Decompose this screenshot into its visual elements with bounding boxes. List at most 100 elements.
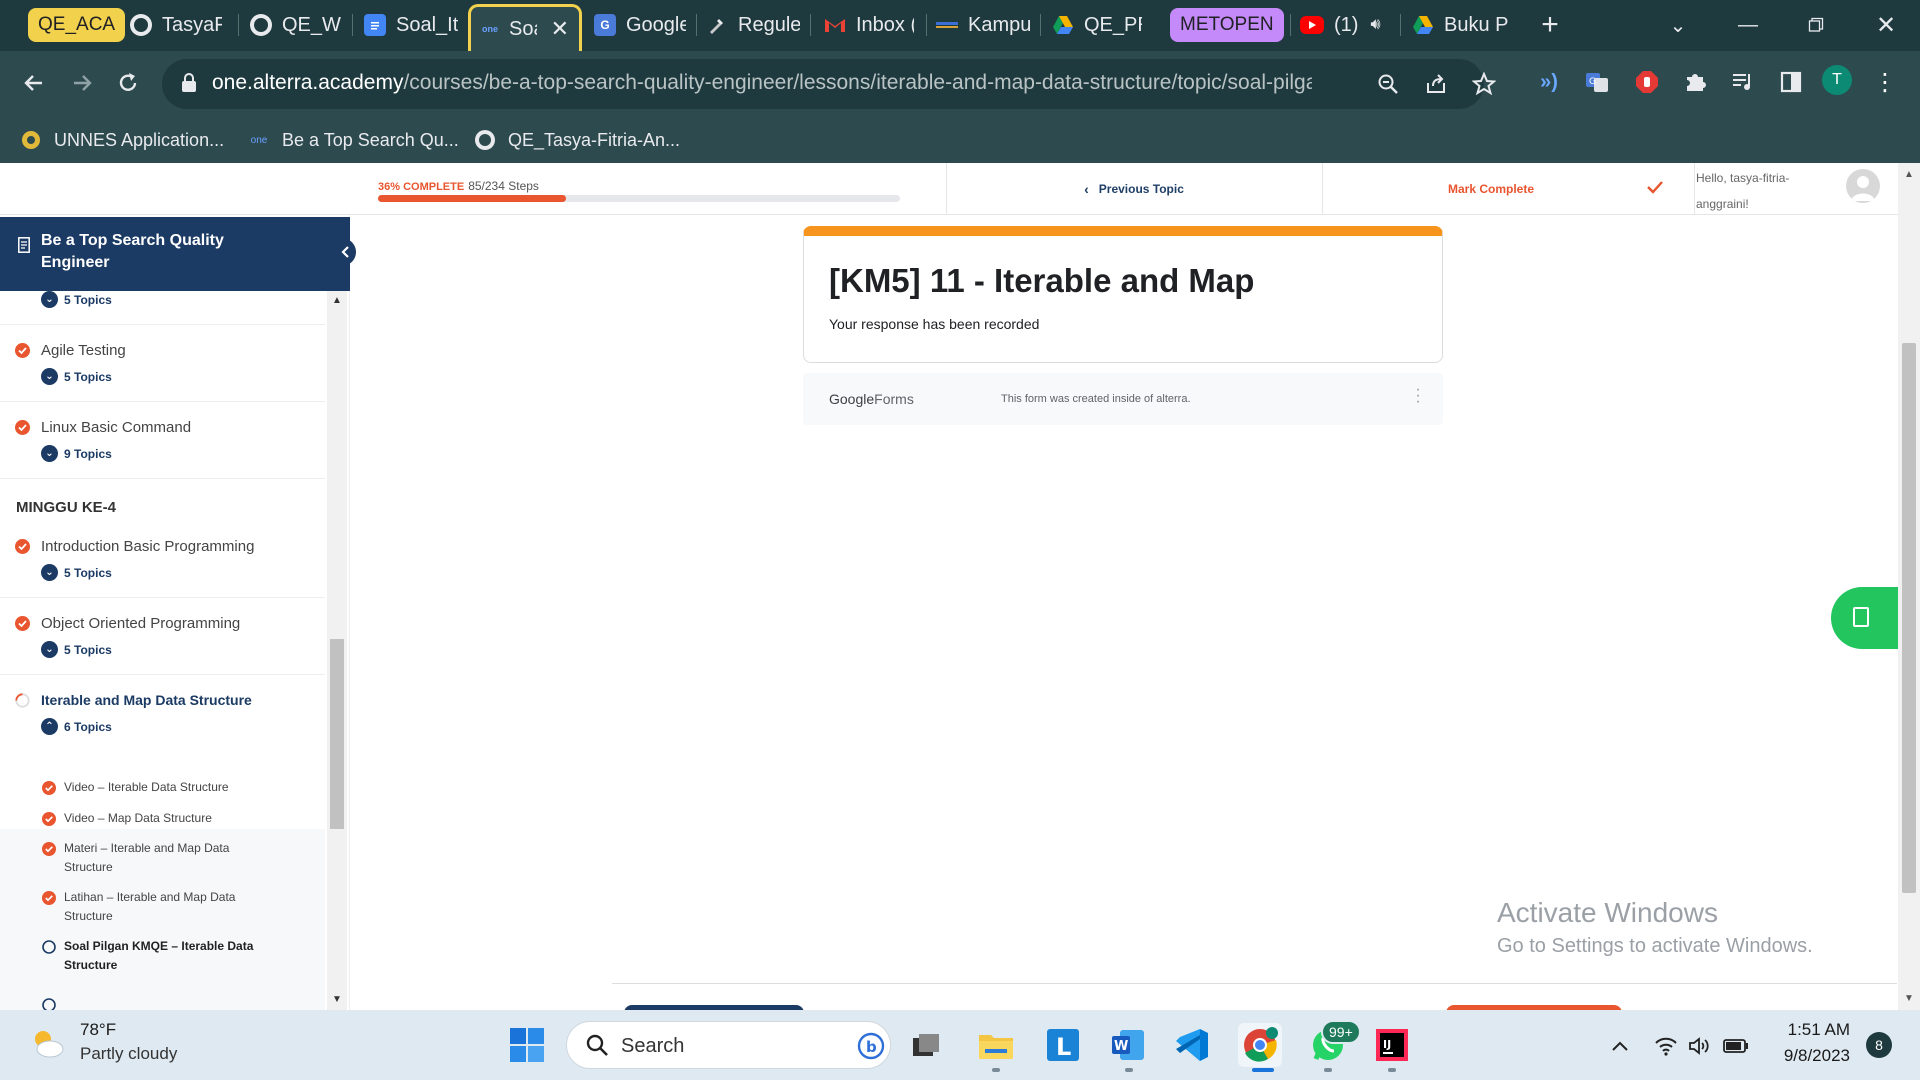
close-window-button[interactable]: ✕ (1864, 8, 1908, 42)
tab-tasyafi[interactable]: TasyaFi (130, 6, 222, 44)
speaker-icon[interactable]: 🔊︎ (1370, 16, 1380, 34)
lesson-item-agile-testing[interactable]: Agile Testing ⌄ 5 Topics (0, 325, 325, 402)
url-text[interactable]: one.alterra.academy/courses/be-a-top-sea… (212, 71, 1312, 95)
intellij-idea-icon[interactable]: IJ (1370, 1023, 1414, 1067)
restore-button[interactable] (1794, 8, 1838, 42)
tab-soal-it[interactable]: Soal_It (364, 6, 464, 44)
tab-buku[interactable]: Buku P (1412, 6, 1508, 44)
windows-start-button[interactable] (509, 1027, 545, 1063)
file-explorer-icon[interactable] (974, 1023, 1018, 1067)
tab-google-translate[interactable]: G Google (594, 6, 686, 44)
lesson-topic-count[interactable]: ⌄ 5 Topics (41, 564, 112, 581)
topic-item-partial[interactable] (42, 995, 292, 1010)
google-translate-extension-icon[interactable]: G (1580, 65, 1614, 99)
course-title[interactable]: Be a Top Search Quality Engineer (41, 230, 271, 274)
volume-icon[interactable] (1686, 1032, 1714, 1060)
lesson-item-intro-programming[interactable]: Introduction Basic Programming ⌄ 5 Topics (0, 521, 325, 598)
lenovo-app-icon[interactable]: L (1041, 1023, 1085, 1067)
youtube-icon (1300, 16, 1324, 34)
lesson-title[interactable]: Agile Testing (41, 342, 126, 359)
lesson-item-linux-basic[interactable]: Linux Basic Command ⌄ 9 Topics (0, 402, 325, 479)
user-avatar[interactable] (1846, 169, 1880, 203)
task-view-icon[interactable] (904, 1023, 948, 1067)
vscode-icon[interactable] (1170, 1023, 1214, 1067)
notification-center-badge[interactable]: 8 (1866, 1032, 1892, 1058)
lesson-topic-count[interactable]: ⌃ 6 Topics (41, 718, 112, 735)
side-panel-icon[interactable] (1774, 65, 1808, 99)
media-control-icon[interactable] (1726, 65, 1760, 99)
readaloud-extension-icon[interactable]: ») (1532, 65, 1566, 99)
scroll-down-icon[interactable]: ▼ (1904, 993, 1914, 1004)
topic-item[interactable]: Materi – Iterable and Map Data Structure (42, 839, 272, 877)
course-sidebar: Be a Top Search Quality Engineer ⌄ 5 Topi… (0, 215, 356, 1010)
bookmark-be-a-top-search[interactable]: one Be a Top Search Qu... (248, 125, 459, 155)
tab-group-qe-aca[interactable]: QE_ACA (28, 8, 126, 42)
tab-kampus[interactable]: Kampu (936, 6, 1030, 44)
running-indicator (1125, 1068, 1133, 1072)
topic-item-current[interactable]: Soal Pilgan KMQE – Iterable Data Structu… (42, 937, 272, 975)
lesson-title[interactable]: Linux Basic Command (41, 419, 191, 436)
lesson-title[interactable]: Object Oriented Programming (41, 615, 240, 632)
more-menu-icon[interactable]: ⋮ (1868, 65, 1902, 99)
adblock-extension-icon[interactable] (1630, 65, 1664, 99)
more-options-icon[interactable]: · · · (1415, 382, 1421, 410)
page-scrollbar[interactable]: ▲ ▼ (1898, 163, 1920, 1010)
tab-inbox[interactable]: Inbox ( (824, 6, 914, 44)
collapse-sidebar-button[interactable] (334, 238, 356, 266)
minimize-button[interactable]: — (1726, 8, 1770, 42)
sidebar-scroll-thumb[interactable] (330, 639, 344, 829)
topic-item[interactable]: Video – Map Data Structure (42, 809, 292, 828)
lock-icon[interactable] (180, 72, 198, 94)
floating-help-button[interactable] (1831, 587, 1901, 649)
lesson-topic-count[interactable]: ⌄ 5 Topics (41, 641, 112, 658)
tab-group-metopen[interactable]: METOPEN (1170, 8, 1284, 42)
lesson-topic-count[interactable]: ⌄ 9 Topics (41, 445, 112, 462)
chrome-icon[interactable] (1238, 1023, 1282, 1067)
back-button[interactable] (14, 63, 54, 103)
address-bar[interactable]: one.alterra.academy/courses/be-a-top-sea… (162, 59, 1496, 109)
mark-complete-button[interactable]: Mark Complete (1322, 163, 1694, 215)
topic-item[interactable]: Video – Iterable Data Structure (42, 778, 292, 797)
microsoft-word-icon[interactable]: W (1106, 1023, 1150, 1067)
wifi-icon[interactable] (1652, 1032, 1680, 1060)
profile-avatar[interactable]: T (1822, 65, 1852, 95)
battery-icon[interactable] (1722, 1032, 1750, 1060)
lesson-title[interactable]: Introduction Basic Programming (41, 538, 254, 555)
extensions-puzzle-icon[interactable] (1678, 65, 1712, 99)
show-hidden-icons-chevron-icon[interactable] (1606, 1032, 1634, 1060)
scroll-up-icon[interactable]: ▲ (332, 295, 342, 306)
previous-topic-button[interactable]: ‹ Previous Topic (946, 163, 1322, 215)
scroll-down-icon[interactable]: ▼ (332, 994, 342, 1005)
lesson-topic-count[interactable]: ⌄ 5 Topics (41, 368, 112, 385)
new-tab-button[interactable]: + (1528, 8, 1572, 42)
topic-item[interactable]: Latihan – Iterable and Map Data Structur… (42, 888, 272, 926)
google-forms-logo[interactable]: GoogleForms (829, 391, 914, 407)
tab-search-chevron-icon[interactable]: ⌄ (1656, 8, 1700, 42)
taskbar-search-box[interactable]: Search b (566, 1021, 891, 1069)
share-icon[interactable] (1416, 64, 1456, 104)
scroll-up-icon[interactable]: ▲ (1904, 169, 1914, 180)
svg-text:W: W (1114, 1039, 1128, 1054)
tab-qe-pr[interactable]: QE_PR (1052, 6, 1142, 44)
tab-regule[interactable]: Regule (706, 6, 800, 44)
reload-button[interactable] (108, 63, 148, 103)
lesson-item-oop[interactable]: Object Oriented Programming ⌄ 5 Topics (0, 598, 325, 675)
system-clock[interactable]: 1:51 AM 9/8/2023 (1774, 1020, 1850, 1066)
lesson-title[interactable]: Iterable and Map Data Structure (41, 692, 252, 708)
lesson-item-iterable-map[interactable]: Iterable and Map Data Structure ⌃ 6 Topic… (0, 675, 325, 752)
lesson-topic-count[interactable]: ⌄ 5 Topics (41, 291, 112, 308)
tab-youtube[interactable]: (1) 🔊︎ (1300, 6, 1392, 44)
page-scroll-thumb[interactable] (1902, 343, 1916, 893)
tab-qe-wi[interactable]: QE_Wi (250, 6, 342, 44)
bing-chat-icon[interactable]: b (857, 1032, 885, 1060)
forward-button[interactable] (62, 63, 102, 103)
lesson-item[interactable]: ⌄ 5 Topics (0, 291, 325, 325)
weather-widget[interactable]: 78°F Partly cloudy (28, 1020, 177, 1064)
tab-soal-active[interactable]: one Soa ✕ (468, 4, 582, 51)
bookmark-star-icon[interactable] (1464, 64, 1504, 104)
bookmark-qe-tasya[interactable]: QE_Tasya-Fitria-An... (474, 125, 680, 155)
bookmark-unnes[interactable]: UNNES Application... (20, 125, 224, 155)
zoom-icon[interactable] (1368, 64, 1408, 104)
sidebar-scrollbar[interactable]: ▲ ▼ (327, 291, 347, 1010)
close-tab-icon[interactable]: ✕ (551, 16, 569, 42)
